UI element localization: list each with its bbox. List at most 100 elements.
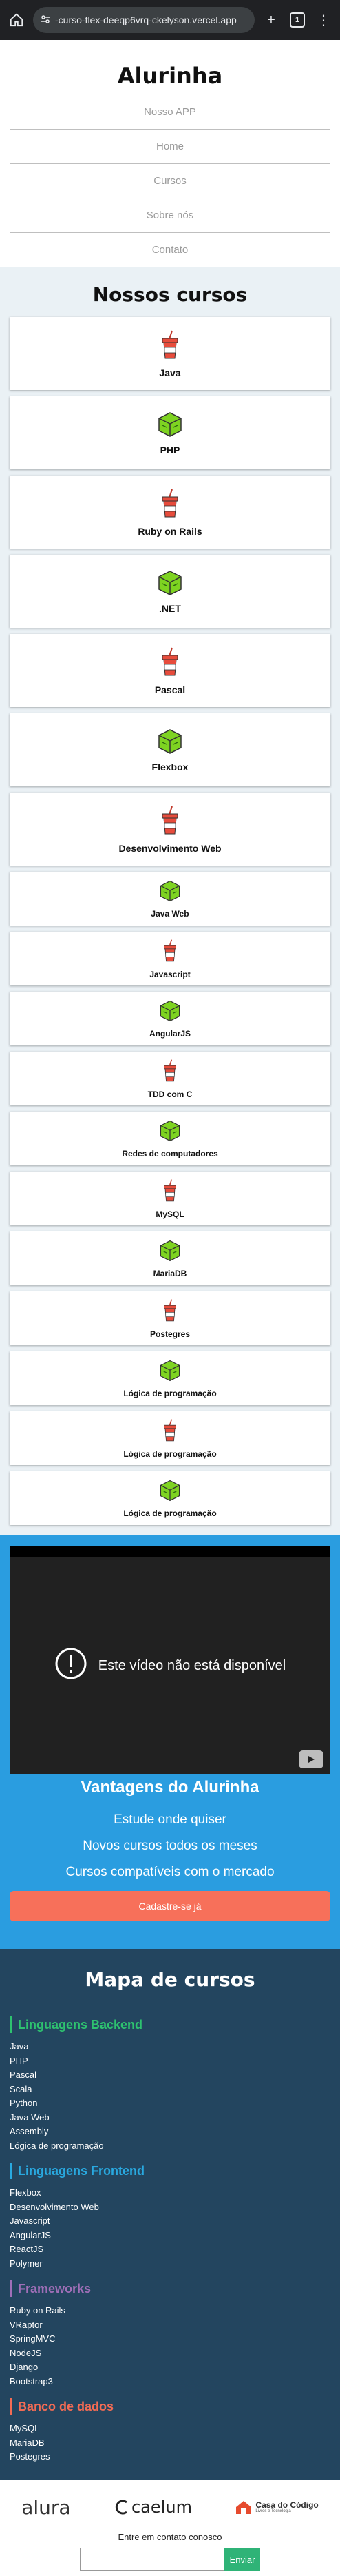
box-icon	[156, 1479, 184, 1506]
course-name: Lógica de programação	[123, 1449, 217, 1459]
cup-icon	[160, 646, 180, 682]
box-icon	[156, 879, 184, 906]
map-course-link[interactable]: Postegres	[10, 2450, 330, 2464]
advantage-item: Cursos compatíveis com o mercado	[65, 1865, 275, 1879]
new-tab-icon[interactable]: +	[262, 10, 281, 30]
course-card[interactable]: Javascript	[10, 932, 330, 985]
map-course-link[interactable]: ReactJS	[10, 2242, 330, 2257]
map-course-link[interactable]: VRaptor	[10, 2318, 330, 2333]
course-card[interactable]: Ruby on Rails	[10, 476, 330, 549]
nav-link-home[interactable]: Home	[10, 130, 330, 164]
course-card[interactable]: Java	[10, 317, 330, 390]
course-name: Lógica de programação	[123, 1388, 217, 1398]
course-card[interactable]: Redes de computadores	[10, 1112, 330, 1165]
map-course-link[interactable]: NodeJS	[10, 2347, 330, 2361]
cup-icon	[160, 1178, 180, 1207]
contact-input[interactable]	[80, 2548, 224, 2571]
course-card[interactable]: Lógica de programação	[10, 1471, 330, 1525]
map-course-link[interactable]: MySQL	[10, 2422, 330, 2436]
course-list: Java PHP Ruby on Rails .NET Pascal Flexbox Des…	[0, 317, 340, 1525]
caelum-logo-text: caelum	[131, 2497, 192, 2517]
map-course-link[interactable]: AngularJS	[10, 2229, 330, 2243]
map-course-link[interactable]: Django	[10, 2360, 330, 2375]
video-player[interactable]: Este vídeo não está disponível	[10, 1546, 330, 1774]
map-course-link[interactable]: Flexbox	[10, 2186, 330, 2200]
map-group-list: Java PHP Pascal Scala Python Java Web Assembly…	[10, 2040, 330, 2153]
nav-link-sobre[interactable]: Sobre nós	[10, 198, 330, 233]
map-group-list: Flexbox Desenvolvimento Web Javascript Angu…	[10, 2186, 330, 2271]
more-menu-icon[interactable]: ⋮	[314, 10, 333, 30]
course-name: Desenvolvimento Web	[118, 842, 222, 854]
main-nav: Nosso APP Home Cursos Sobre nós Contato	[10, 95, 330, 267]
map-course-link[interactable]: Java	[10, 2040, 330, 2054]
nav-link-cursos[interactable]: Cursos	[10, 164, 330, 198]
course-card[interactable]: .NET	[10, 555, 330, 628]
course-name: MySQL	[156, 1209, 184, 1219]
course-card[interactable]: Desenvolvimento Web	[10, 793, 330, 866]
url-text: -curso-flex-deeqp6vrq-ckelyson.vercel.ap…	[55, 14, 237, 25]
course-card[interactable]: PHP	[10, 396, 330, 469]
tab-count: 1	[290, 12, 305, 28]
address-bar[interactable]: -curso-flex-deeqp6vrq-ckelyson.vercel.ap…	[33, 7, 255, 33]
courses-title: Nossos cursos	[92, 283, 248, 306]
box-icon	[156, 728, 184, 759]
map-course-link[interactable]: MariaDB	[10, 2436, 330, 2451]
map-course-link[interactable]: Java Web	[10, 2111, 330, 2125]
nav-link-app[interactable]: Nosso APP	[10, 95, 330, 130]
tab-switcher-button[interactable]: 1	[288, 10, 307, 30]
map-course-link[interactable]: Scala	[10, 2083, 330, 2097]
cup-icon	[160, 805, 180, 840]
browser-toolbar: -curso-flex-deeqp6vrq-ckelyson.vercel.ap…	[0, 0, 340, 40]
course-card[interactable]: Pascal	[10, 634, 330, 707]
course-name: .NET	[159, 602, 181, 614]
map-title: Mapa de cursos	[85, 1968, 255, 1991]
course-card[interactable]: Lógica de programação	[10, 1351, 330, 1405]
course-card[interactable]: MariaDB	[10, 1231, 330, 1285]
course-card[interactable]: TDD com C	[10, 1052, 330, 1105]
site-settings-icon[interactable]	[40, 14, 51, 27]
course-name: Pascal	[154, 684, 186, 695]
site-footer: alura caelum Casa do Código Livros e Tec…	[0, 2480, 340, 2576]
box-icon	[156, 1239, 184, 1266]
course-name: Java Web	[151, 908, 189, 919]
course-name: MariaDB	[153, 1268, 187, 1278]
course-map-section: Mapa de cursos Linguagens Backend Java PHP…	[0, 1949, 340, 2480]
map-course-link[interactable]: Polymer	[10, 2257, 330, 2271]
course-name: Lógica de programação	[123, 1508, 217, 1518]
map-course-link[interactable]: PHP	[10, 2054, 330, 2069]
site-header: Alurinha Nosso APP Home Cursos Sobre nós…	[0, 40, 340, 267]
map-course-link[interactable]: Javascript	[10, 2214, 330, 2229]
alura-logo[interactable]: alura	[21, 2496, 70, 2519]
course-card[interactable]: Java Web	[10, 872, 330, 926]
advantage-item: Novos cursos todos os meses	[83, 1839, 257, 1853]
course-card[interactable]: MySQL	[10, 1172, 330, 1225]
send-button[interactable]: Enviar	[224, 2548, 260, 2571]
course-card[interactable]: Lógica de programação	[10, 1411, 330, 1465]
video-message-text: Este vídeo não está disponível	[98, 1657, 286, 1673]
box-icon	[156, 1119, 184, 1146]
signup-button[interactable]: Cadastre-se já	[10, 1891, 330, 1921]
advantages-title: Vantagens do Alurinha	[81, 1778, 259, 1797]
nav-link-contato[interactable]: Contato	[10, 233, 330, 267]
home-icon[interactable]	[7, 10, 26, 30]
cup-icon	[160, 1298, 180, 1327]
box-icon	[156, 1359, 184, 1386]
map-course-link[interactable]: Ruby on Rails	[10, 2304, 330, 2318]
casa-do-codigo-logo[interactable]: Casa do Código Livros e Tecnologia	[235, 2499, 319, 2515]
map-course-link[interactable]: Python	[10, 2096, 330, 2111]
map-group-title: Linguagens Frontend	[10, 2163, 330, 2179]
map-course-link[interactable]: Lógica de programação	[10, 2139, 330, 2154]
course-card[interactable]: AngularJS	[10, 992, 330, 1045]
map-course-link[interactable]: SpringMVC	[10, 2332, 330, 2347]
map-course-link[interactable]: Assembly	[10, 2125, 330, 2139]
map-course-link[interactable]: Bootstrap3	[10, 2375, 330, 2389]
course-name: Ruby on Rails	[138, 525, 202, 537]
course-card[interactable]: Postegres	[10, 1291, 330, 1345]
course-card[interactable]: Flexbox	[10, 713, 330, 786]
course-name: PHP	[160, 444, 180, 456]
youtube-icon[interactable]	[299, 1750, 323, 1768]
map-course-link[interactable]: Pascal	[10, 2068, 330, 2083]
caelum-logo[interactable]: caelum	[114, 2497, 192, 2517]
map-group-title: Frameworks	[10, 2280, 330, 2297]
map-course-link[interactable]: Desenvolvimento Web	[10, 2200, 330, 2215]
